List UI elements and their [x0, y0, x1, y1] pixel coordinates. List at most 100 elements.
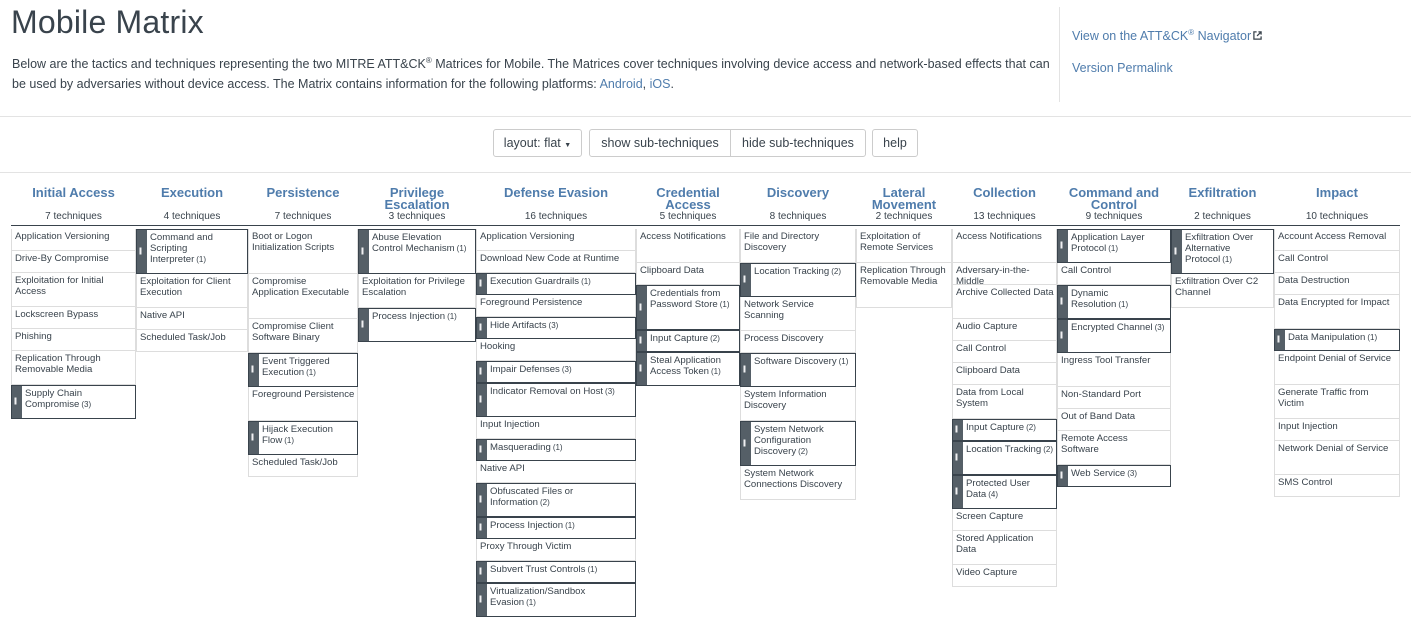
technique-cell[interactable]: Masquerading(1) — [476, 439, 636, 461]
technique-name[interactable]: System Network Connections Discovery — [744, 468, 853, 490]
technique-cell[interactable]: Phishing — [11, 329, 136, 351]
technique-cell[interactable]: Process Discovery — [740, 331, 856, 353]
technique-name[interactable]: Hide Artifacts (3) — [490, 320, 633, 331]
technique-cell[interactable]: Exploitation for Initial Access — [11, 273, 136, 307]
expand-sub-techniques-handle[interactable] — [953, 442, 963, 474]
technique-cell[interactable]: Input Capture(2) — [952, 419, 1057, 441]
tactic-name[interactable]: Exfiltration — [1171, 186, 1274, 199]
expand-sub-techniques-handle[interactable] — [637, 286, 647, 329]
expand-sub-techniques-handle[interactable] — [477, 274, 487, 294]
technique-cell[interactable]: Dynamic Resolution(1) — [1057, 285, 1171, 319]
technique-name[interactable]: Video Capture — [956, 567, 1054, 578]
expand-sub-techniques-handle[interactable] — [1058, 320, 1068, 352]
expand-sub-techniques-handle[interactable] — [741, 422, 751, 465]
technique-name[interactable]: Supply Chain Compromise (3) — [25, 388, 133, 410]
technique-cell[interactable]: Lockscreen Bypass — [11, 307, 136, 329]
technique-cell[interactable]: Adversary-in-the-Middle — [952, 263, 1057, 287]
expand-sub-techniques-handle[interactable] — [637, 353, 647, 385]
technique-name[interactable]: Credentials from Password Store (1) — [650, 288, 737, 310]
technique-cell[interactable]: Hide Artifacts(3) — [476, 317, 636, 339]
version-permalink[interactable]: Version Permalink — [1072, 61, 1173, 75]
technique-cell[interactable]: Call Control — [1274, 251, 1400, 273]
technique-name[interactable]: Screen Capture — [956, 511, 1054, 522]
technique-name[interactable]: Data from Local System — [956, 387, 1054, 409]
technique-name[interactable]: Endpoint Denial of Service — [1278, 353, 1397, 364]
technique-cell[interactable]: Application Versioning — [11, 229, 136, 251]
technique-cell[interactable]: Clipboard Data — [636, 263, 740, 285]
expand-sub-techniques-handle[interactable] — [249, 422, 259, 454]
technique-name[interactable]: Drive-By Compromise — [15, 253, 133, 264]
technique-name[interactable]: Scheduled Task/Job — [140, 332, 245, 343]
technique-cell[interactable]: Data Manipulation(1) — [1274, 329, 1400, 351]
technique-name[interactable]: File and Directory Discovery — [744, 231, 853, 253]
expand-sub-techniques-handle[interactable] — [1058, 230, 1068, 262]
help-button[interactable]: help — [872, 129, 918, 157]
technique-name[interactable]: Native API — [140, 310, 245, 321]
technique-cell[interactable]: Steal Application Access Token(1) — [636, 352, 740, 386]
technique-cell[interactable]: Clipboard Data — [952, 363, 1057, 385]
technique-name[interactable]: Audio Capture — [956, 321, 1054, 332]
tactic-name[interactable]: Persistence — [248, 186, 358, 199]
technique-name[interactable]: Non-Standard Port — [1061, 389, 1168, 400]
technique-name[interactable]: Data Manipulation (1) — [1288, 332, 1397, 343]
technique-cell[interactable]: Foreground Persistence — [476, 295, 636, 317]
technique-name[interactable]: Stored Application Data — [956, 533, 1054, 555]
technique-cell[interactable]: Endpoint Denial of Service — [1274, 351, 1400, 385]
expand-sub-techniques-handle[interactable] — [249, 354, 259, 386]
technique-cell[interactable]: SMS Control — [1274, 475, 1400, 497]
technique-name[interactable]: Application Versioning — [15, 231, 133, 242]
expand-sub-techniques-handle[interactable] — [637, 331, 647, 351]
technique-name[interactable]: Masquerading (1) — [490, 442, 633, 453]
technique-cell[interactable]: Credentials from Password Store(1) — [636, 285, 740, 330]
technique-cell[interactable]: Generate Traffic from Victim — [1274, 385, 1400, 419]
technique-cell[interactable]: Call Control — [1057, 263, 1171, 285]
technique-name[interactable]: Protected User Data (4) — [966, 478, 1054, 500]
technique-name[interactable]: Access Notifications — [956, 231, 1054, 242]
technique-name[interactable]: Hooking — [480, 341, 633, 352]
expand-sub-techniques-handle[interactable] — [477, 484, 487, 516]
expand-sub-techniques-handle[interactable] — [477, 362, 487, 382]
technique-cell[interactable]: Hijack Execution Flow(1) — [248, 421, 358, 455]
technique-name[interactable]: Scheduled Task/Job — [252, 457, 355, 468]
technique-cell[interactable]: Screen Capture — [952, 509, 1057, 531]
technique-name[interactable]: Network Service Scanning — [744, 299, 853, 321]
technique-cell[interactable]: System Information Discovery — [740, 387, 856, 421]
technique-name[interactable]: System Network Configuration Discovery (2… — [754, 424, 853, 457]
technique-cell[interactable]: Stored Application Data — [952, 531, 1057, 565]
technique-cell[interactable]: Exploitation for Privilege Escalation — [358, 274, 476, 308]
technique-cell[interactable]: Indicator Removal on Host(3) — [476, 383, 636, 417]
technique-cell[interactable]: Exploitation of Remote Services — [856, 229, 952, 263]
technique-name[interactable]: Application Layer Protocol (1) — [1071, 232, 1168, 254]
technique-name[interactable]: Exploitation of Remote Services — [860, 231, 949, 253]
expand-sub-techniques-handle[interactable] — [953, 476, 963, 508]
technique-cell[interactable]: Hooking — [476, 339, 636, 361]
technique-name[interactable]: Exploitation for Privilege Escalation — [362, 276, 473, 298]
technique-name[interactable]: Data Encrypted for Impact — [1278, 297, 1397, 308]
technique-cell[interactable]: Call Control — [952, 341, 1057, 363]
technique-cell[interactable]: Impair Defenses(3) — [476, 361, 636, 383]
expand-sub-techniques-handle[interactable] — [1058, 466, 1068, 486]
technique-cell[interactable]: Exfiltration Over C2 Channel — [1171, 274, 1274, 308]
technique-cell[interactable]: Data Destruction — [1274, 273, 1400, 295]
technique-cell[interactable]: Audio Capture — [952, 319, 1057, 341]
technique-name[interactable]: Process Injection (1) — [372, 311, 473, 322]
technique-cell[interactable]: Access Notifications — [952, 229, 1057, 263]
technique-cell[interactable]: Compromise Client Software Binary — [248, 319, 358, 353]
expand-sub-techniques-handle[interactable] — [12, 386, 22, 418]
technique-cell[interactable]: Obfuscated Files or Information(2) — [476, 483, 636, 517]
technique-name[interactable]: Compromise Client Software Binary — [252, 321, 355, 343]
technique-cell[interactable]: Drive-By Compromise — [11, 251, 136, 273]
technique-name[interactable]: Input Capture (2) — [966, 422, 1054, 433]
tactic-name[interactable]: Impact — [1274, 186, 1400, 199]
technique-cell[interactable]: Application Versioning — [476, 229, 636, 251]
technique-cell[interactable]: Exploitation for Client Execution — [136, 274, 248, 308]
technique-cell[interactable]: System Network Configuration Discovery(2… — [740, 421, 856, 466]
technique-name[interactable]: Process Discovery — [744, 333, 853, 344]
technique-name[interactable]: Archive Collected Data — [956, 287, 1054, 298]
technique-name[interactable]: Encrypted Channel (3) — [1071, 322, 1168, 333]
expand-sub-techniques-handle[interactable] — [741, 354, 751, 386]
technique-name[interactable]: Input Injection — [480, 419, 633, 430]
technique-name[interactable]: Exploitation for Client Execution — [140, 276, 245, 298]
technique-name[interactable]: Call Control — [1061, 265, 1168, 276]
technique-name[interactable]: Dynamic Resolution (1) — [1071, 288, 1168, 310]
